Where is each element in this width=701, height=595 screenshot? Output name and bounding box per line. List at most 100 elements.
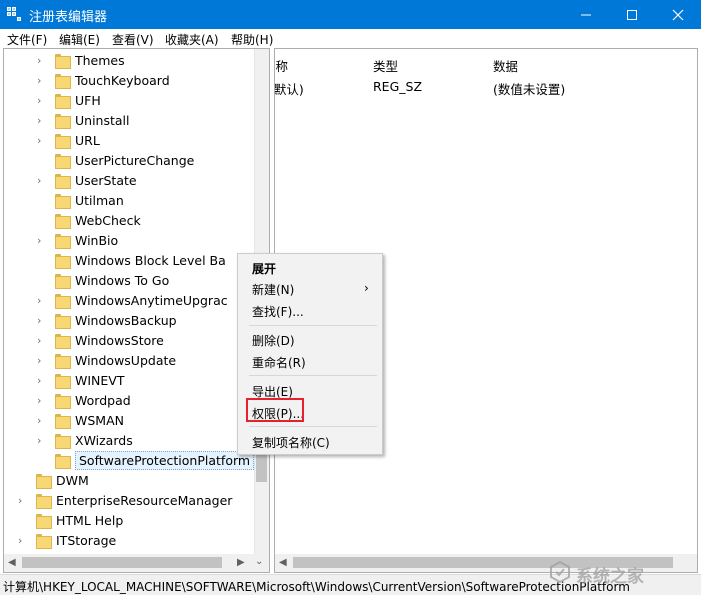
folder-icon [55,374,71,389]
folder-icon [55,54,71,69]
registry-tree[interactable]: › Themes › TouchKeyboard › UFH › Uninstall › URL U… [3,48,270,573]
tree-item-label: Uninstall [75,113,130,128]
column-header-data[interactable]: 数据 [493,56,518,75]
menu-item-expand[interactable]: 展开 [239,256,381,278]
folder-icon [36,494,52,509]
menu-help[interactable]: 帮助(H) [231,31,273,48]
menu-item-label: 删除(D) [252,334,295,348]
chevron-right-icon[interactable]: › [37,75,47,87]
tree-item-label: UserPictureChange [75,153,195,168]
folder-icon [55,134,71,149]
folder-icon [55,334,71,349]
tree-item-label: Themes [75,53,125,68]
tree-item-label: WebCheck [75,213,141,228]
folder-icon [55,314,71,329]
column-header-type[interactable]: 类型 [373,56,398,75]
menu-item-copy-key-name[interactable]: 复制项名称(C) [239,430,381,452]
tree-item-label: ITStorage [56,533,117,548]
menu-bar: 文件(F) 编辑(E) 查看(V) 收藏夹(A) 帮助(H) [0,29,701,49]
tree-item-label: Windows Block Level Ba [75,253,226,268]
folder-icon [55,114,71,129]
tree-item-label: UFH [75,93,101,108]
tree-horizontal-scroll-thumb[interactable] [22,557,222,568]
tree-item-label: UserState [75,173,137,188]
tree-item-label: WindowsUpdate [75,353,177,368]
scroll-right-icon[interactable]: ▶ [237,558,245,568]
folder-icon [55,154,71,169]
column-header-name[interactable]: 名称 [275,56,288,75]
chevron-right-icon[interactable]: › [37,95,47,107]
folder-icon [55,254,71,269]
menu-item-new[interactable]: 新建(N) › [239,277,381,299]
tree-item-label: EnterpriseResourceManager [56,493,233,508]
menu-view[interactable]: 查看(V) [112,31,154,48]
menu-separator [249,375,377,376]
folder-icon [55,94,71,109]
chevron-right-icon[interactable]: › [37,295,47,307]
chevron-right-icon[interactable]: › [37,115,47,127]
tree-item-label: WSMAN [75,413,124,428]
menu-item-rename[interactable]: 重命名(R) [239,350,381,372]
chevron-right-icon[interactable]: › [18,495,28,507]
close-button[interactable] [655,0,701,29]
folder-icon [36,534,52,549]
tree-item-label: Windows To Go [75,273,170,288]
value-name: (默认) [274,82,304,97]
menu-separator [249,426,377,427]
chevron-right-icon[interactable]: › [37,415,47,427]
tree-item-label: DWM [56,473,89,488]
title-bar: 注册表编辑器 [0,0,701,29]
scroll-left-icon[interactable]: ◀ [8,558,16,568]
folder-icon [55,454,71,469]
menu-item-delete[interactable]: 删除(D) [239,328,381,350]
tree-horizontal-scrollbar[interactable]: ◀ ▶ ⌄ [4,554,269,572]
tree-item-label: HTML Help [56,513,124,528]
menu-item-label: 新建(N) [252,283,295,297]
registry-path: 计算机\HKEY_LOCAL_MACHINE\SOFTWARE\Microsof… [3,580,630,594]
folder-icon [55,174,71,189]
menu-item-label: 查找(F)... [252,305,304,319]
tree-item-label: WindowsAnytimeUpgrac [75,293,228,308]
menu-favorites[interactable]: 收藏夹(A) [165,31,219,48]
chevron-right-icon[interactable]: › [37,175,47,187]
chevron-right-icon[interactable]: › [37,395,47,407]
tree-item-label: URL [75,133,100,148]
folder-icon [36,474,52,489]
menu-separator [249,325,377,326]
tree-item-label: SoftwareProtectionPlatform [75,451,255,470]
folder-icon [36,514,52,529]
value-data: (数值未设置) [493,82,566,97]
tree-item-label: Utilman [75,193,124,208]
menu-file[interactable]: 文件(F) [7,31,47,48]
scroll-left-icon[interactable]: ◀ [279,558,287,568]
chevron-right-icon[interactable]: › [37,235,47,247]
menu-item-label: 复制项名称(C) [252,436,330,450]
menu-item-label: 重命名(R) [252,356,306,370]
folder-icon [55,434,71,449]
folder-icon [55,414,71,429]
chevron-right-icon[interactable]: › [37,55,47,67]
chevron-right-icon[interactable]: › [37,135,47,147]
tree-item-label: WINEVT [75,373,125,388]
chevron-right-icon[interactable]: › [37,375,47,387]
chevron-right-icon[interactable]: › [37,315,47,327]
menu-item-find[interactable]: 查找(F)... [239,299,381,321]
registry-icon [7,7,23,22]
chevron-right-icon[interactable]: › [37,355,47,367]
menu-edit[interactable]: 编辑(E) [59,31,100,48]
watermark: 系统之家 [548,560,698,587]
chevron-right-icon[interactable]: › [18,535,28,547]
folder-icon [55,74,71,89]
chevron-right-icon[interactable]: › [37,335,47,347]
maximize-button[interactable] [609,0,655,29]
chevron-right-icon: › [364,281,369,295]
folder-icon [55,294,71,309]
tree-item-label: XWizards [75,433,133,448]
tree-vertical-scroll-thumb[interactable] [256,454,267,482]
minimize-button[interactable] [563,0,609,29]
watermark-text: 系统之家 [576,567,644,587]
scroll-down-icon[interactable]: ⌄ [255,557,263,567]
close-icon [672,9,684,21]
tree-item-label: WindowsStore [75,333,164,348]
chevron-right-icon[interactable]: › [37,435,47,447]
